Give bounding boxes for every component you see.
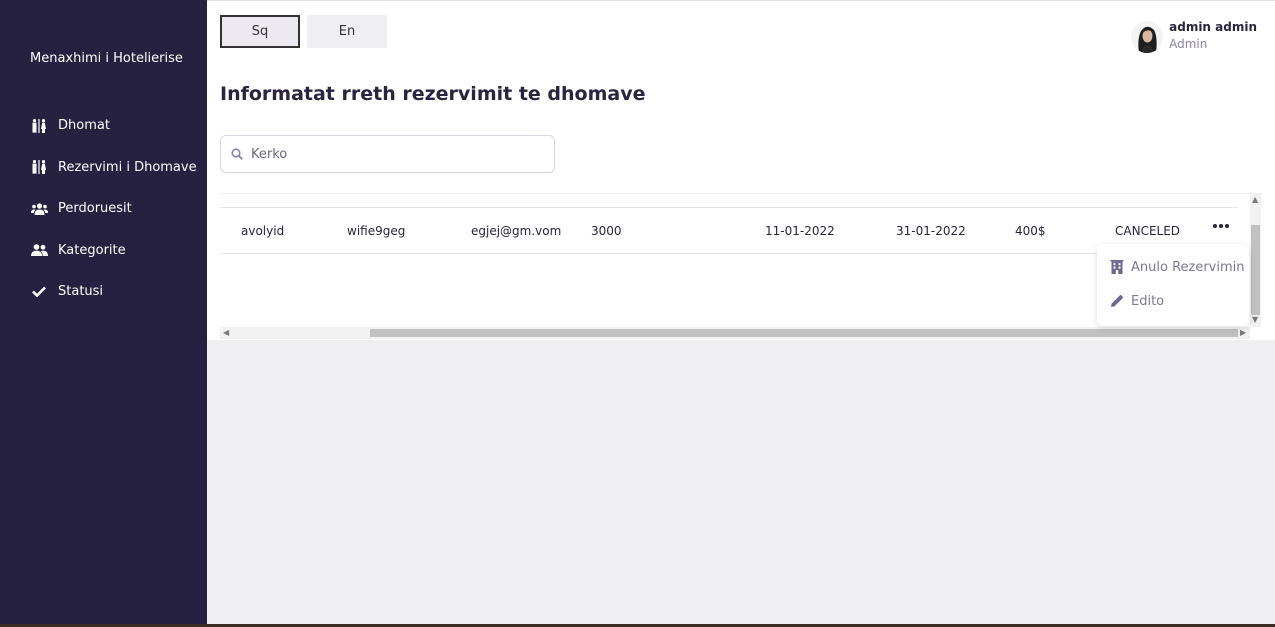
edit-button[interactable]: Edito [1097, 284, 1249, 318]
user-friends-icon [30, 243, 48, 257]
sidebar-item-label: Rezervimi i Dhomave [58, 159, 197, 175]
page-title: Informatat rreth rezervimit te dhomave [220, 83, 646, 105]
vertical-scrollbar[interactable]: ▲ ▼ [1250, 193, 1261, 327]
search-input[interactable] [251, 146, 531, 162]
cell-check-in: 11-01-2022 [765, 224, 835, 238]
table-row[interactable]: avolyid wifie9geg egjej@gm.vom 3000 11-0… [220, 208, 1250, 254]
sidebar-item-label: Dhomat [58, 118, 110, 134]
users-icon [30, 202, 48, 216]
language-en-button[interactable]: En [307, 15, 387, 48]
cell-name: wifie9geg [347, 224, 406, 238]
scroll-left-icon[interactable]: ◀ [223, 329, 229, 337]
sidebar-item-label: Perdoruesit [58, 201, 132, 217]
sidebar-item-statusi[interactable]: Statusi [0, 271, 207, 313]
cell-room: 3000 [591, 224, 622, 238]
sidebar-item-perdoruesit[interactable]: Perdoruesit [0, 188, 207, 230]
ellipsis-dot [1219, 224, 1223, 228]
sidebar-item-label: Statusi [58, 284, 104, 300]
scroll-up-icon[interactable]: ▲ [1252, 196, 1258, 204]
user-name: admin admin [1169, 20, 1257, 34]
menu-item-label: Edito [1131, 293, 1165, 309]
restroom-icon [30, 118, 48, 133]
cell-email: egjej@gm.vom [471, 224, 562, 238]
sidebar-item-kategorite[interactable]: Kategorite [0, 230, 207, 272]
sidebar-nav: Dhomat Rezervimi i Dhomave Perdoruesit K… [0, 105, 207, 313]
ellipsis-dot [1225, 224, 1229, 228]
brand-title: Menaxhimi i Hotelierise [30, 51, 183, 66]
search-box [220, 135, 555, 173]
cell-username: avolyid [241, 224, 285, 238]
pencil-icon [1110, 294, 1124, 308]
menu-item-label: Anulo Rezervimin [1131, 259, 1245, 275]
search-icon [231, 145, 243, 164]
horizontal-scrollbar[interactable]: ◀ ▶ [220, 327, 1250, 339]
scroll-down-icon[interactable]: ▼ [1252, 316, 1258, 324]
language-sq-button[interactable]: Sq [220, 15, 300, 48]
sidebar-item-dhomat[interactable]: Dhomat [0, 105, 207, 147]
horizontal-scroll-thumb[interactable] [370, 329, 1238, 337]
hotel-icon [1110, 260, 1124, 274]
vertical-scroll-thumb[interactable] [1251, 225, 1260, 315]
user-profile[interactable]: admin admin Admin [1131, 19, 1257, 53]
cell-price: 400$ [1015, 224, 1046, 238]
cancel-reservation-button[interactable]: Anulo Rezervimin [1097, 250, 1249, 284]
row-actions-button[interactable] [1213, 219, 1229, 233]
row-actions-menu: Anulo Rezervimin Edito [1097, 244, 1249, 326]
ellipsis-icon [1213, 224, 1217, 228]
sidebar-item-rezervimi[interactable]: Rezervimi i Dhomave [0, 147, 207, 189]
cell-check-out: 31-01-2022 [896, 224, 966, 238]
sidebar-item-label: Kategorite [58, 242, 126, 258]
check-icon [30, 285, 48, 299]
user-role: Admin [1169, 37, 1208, 51]
scroll-right-icon[interactable]: ▶ [1240, 329, 1246, 337]
sidebar: Menaxhimi i Hotelierise Dhomat Rezervimi… [0, 0, 207, 624]
restroom-icon [30, 160, 48, 175]
status-badge: CANCELED [1115, 224, 1181, 238]
main-content: Sq En admin admin Admin Informatat rreth… [207, 0, 1275, 340]
avatar [1131, 21, 1164, 53]
